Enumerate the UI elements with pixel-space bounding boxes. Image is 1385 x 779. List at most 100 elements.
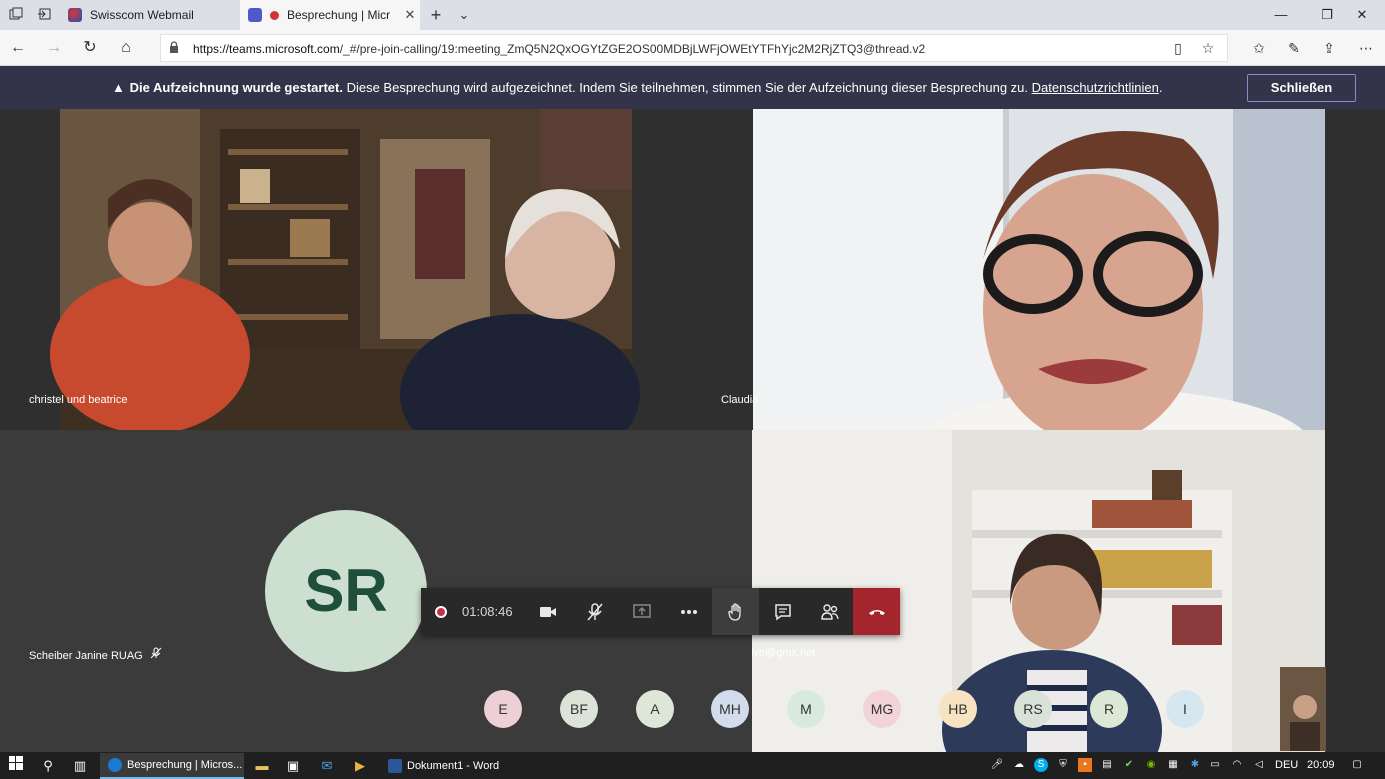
battery-icon[interactable]: ▭ — [1208, 758, 1222, 772]
share-screen-icon — [632, 603, 651, 618]
app-tray-icon[interactable]: ▪ — [1078, 758, 1092, 772]
skype-icon[interactable]: S — [1034, 758, 1048, 772]
input-language[interactable]: DEU — [1275, 759, 1298, 771]
taskbar-app-word[interactable]: Dokument1 - Word — [380, 753, 505, 779]
new-tab-icon[interactable]: + — [428, 6, 444, 24]
swisscom-favicon-icon — [68, 8, 82, 22]
taskbar-app-edge[interactable]: Besprechung | Micros... — [100, 753, 244, 779]
volume-icon[interactable]: ◁ — [1252, 758, 1266, 772]
notifications-icon[interactable]: ▢ — [1350, 758, 1364, 772]
lock-icon — [170, 41, 178, 53]
tab-title: Besprechung | Micr — [287, 8, 391, 22]
self-video-preview[interactable] — [1280, 667, 1326, 751]
video-feed — [50, 109, 640, 430]
tab-list-chevron-icon[interactable]: ⌄ — [456, 7, 472, 23]
share-icon[interactable]: ⇪ — [1319, 38, 1339, 58]
roster-avatar[interactable]: A — [636, 690, 674, 728]
more-options-icon[interactable]: ⋯ — [1356, 38, 1376, 58]
participant-name: beakolvo@gmx.net — [752, 647, 816, 659]
minimize-icon[interactable]: — — [1258, 0, 1304, 30]
roster-avatar[interactable]: M — [787, 690, 825, 728]
reading-view-icon[interactable]: ▯ — [1168, 38, 1188, 58]
favorite-star-icon[interactable]: ☆ — [1198, 38, 1218, 58]
browser-tab-strip: Swisscom Webmail Besprechung | Micr ✕ + … — [0, 0, 1385, 30]
roster-avatar[interactable]: I — [1166, 690, 1204, 728]
tab-besprechung[interactable]: Besprechung | Micr ✕ — [240, 0, 420, 30]
onedrive-icon[interactable]: ☁ — [1012, 758, 1026, 772]
close-window-icon[interactable]: ✕ — [1339, 0, 1385, 30]
teams-favicon-icon — [248, 8, 262, 22]
edge-icon — [108, 758, 122, 772]
wifi-icon[interactable]: ◠ — [1230, 758, 1244, 772]
close-tab-icon[interactable]: ✕ — [400, 7, 420, 23]
call-timer-group: 01:08:46 — [421, 588, 524, 635]
hang-up-button[interactable] — [853, 588, 900, 635]
nvidia-icon[interactable]: ◉ — [1144, 758, 1158, 772]
recording-text: Diese Besprechung wird aufgezeichnet. In… — [342, 80, 1032, 95]
video-tile-claudia[interactable]: Claudia — [693, 109, 1385, 430]
roster-avatar[interactable]: E — [484, 690, 522, 728]
refresh-icon[interactable]: ↻ — [80, 38, 100, 58]
clock[interactable]: 20:09 — [1307, 759, 1335, 771]
close-banner-button[interactable]: Schließen — [1247, 74, 1356, 102]
muted-mic-icon — [586, 602, 603, 620]
video-tile-christel-beatrice[interactable]: christel und beatrice — [0, 109, 693, 430]
recording-banner: ▲ Die Aufzeichnung wurde gestartet. Dies… — [0, 66, 1385, 109]
home-icon[interactable]: ⌂ — [116, 38, 136, 58]
roster-avatar[interactable]: BF — [560, 690, 598, 728]
web-note-pen-icon[interactable]: ✎ — [1284, 38, 1304, 58]
roster-avatar[interactable]: MG — [863, 690, 901, 728]
word-icon — [388, 759, 402, 773]
microphone-tray-icon[interactable]: 🎤︎ — [990, 758, 1004, 772]
file-explorer-icon[interactable]: ▬ — [252, 756, 272, 776]
mic-toggle-button[interactable] — [571, 588, 618, 635]
back-icon[interactable]: ← — [8, 38, 28, 58]
recording-indicator-icon — [270, 10, 279, 20]
share-screen-button[interactable] — [618, 588, 665, 635]
tab-actions-icon[interactable] — [8, 7, 24, 23]
tray-icon[interactable]: ▦ — [1166, 758, 1180, 772]
windows-start-icon[interactable] — [6, 756, 26, 776]
muted-mic-icon — [150, 647, 162, 662]
more-icon — [680, 609, 697, 614]
recording-message: ▲ Die Aufzeichnung wurde gestartet. Dies… — [112, 80, 1163, 95]
tab-title: Swisscom Webmail — [90, 8, 194, 22]
video-feed — [753, 109, 1325, 430]
participants-button[interactable] — [806, 588, 853, 635]
hang-up-icon — [868, 609, 885, 615]
windows-taskbar: ⚲ ▥ Besprechung | Micros... ▬ ▣ ✉ ▶ Doku… — [0, 752, 1385, 779]
favorites-hub-icon[interactable]: ✩ — [1249, 38, 1269, 58]
tab-swisscom-webmail[interactable]: Swisscom Webmail — [60, 0, 240, 30]
bluetooth-icon[interactable]: ✱ — [1188, 758, 1202, 772]
privacy-link[interactable]: Datenschutzrichtlinien — [1032, 80, 1159, 95]
tray-icon[interactable]: ▤ — [1100, 758, 1114, 772]
roster-avatar[interactable]: RS — [1014, 690, 1052, 728]
url-text: https://teams.microsoft.com/_#/pre-join-… — [193, 42, 926, 56]
roster-avatar[interactable]: MH — [711, 690, 749, 728]
security-shield-icon[interactable]: ⛨ — [1056, 758, 1070, 772]
camera-toggle-button[interactable] — [524, 588, 571, 635]
chat-icon — [774, 603, 791, 620]
participant-name-row: Scheiber Janine RUAG — [29, 647, 162, 662]
address-bar[interactable]: https://teams.microsoft.com/_#/pre-join-… — [160, 34, 1228, 62]
tray-icon[interactable]: ✔ — [1122, 758, 1136, 772]
roster-avatar[interactable]: R — [1090, 690, 1128, 728]
mail-icon[interactable]: ✉ — [317, 756, 337, 776]
task-view-icon[interactable]: ▥ — [70, 756, 90, 776]
participant-avatar: SR — [265, 510, 427, 672]
recording-dot-icon — [435, 605, 447, 618]
taskbar-app-label: Dokument1 - Word — [407, 760, 500, 772]
more-actions-button[interactable] — [665, 588, 712, 635]
set-tabs-aside-icon[interactable] — [36, 7, 52, 23]
call-timer: 01:08:46 — [462, 604, 513, 619]
forward-icon[interactable]: → — [44, 38, 64, 58]
raise-hand-icon — [727, 602, 741, 621]
raise-hand-button[interactable] — [712, 588, 759, 635]
call-controls: 01:08:46 — [421, 588, 900, 635]
search-icon[interactable]: ⚲ — [38, 756, 58, 776]
chat-button[interactable] — [759, 588, 806, 635]
store-icon[interactable]: ▣ — [283, 756, 303, 776]
media-player-icon[interactable]: ▶ — [350, 756, 370, 776]
warning-icon: ▲ — [112, 80, 125, 95]
roster-avatar[interactable]: HB — [939, 690, 977, 728]
